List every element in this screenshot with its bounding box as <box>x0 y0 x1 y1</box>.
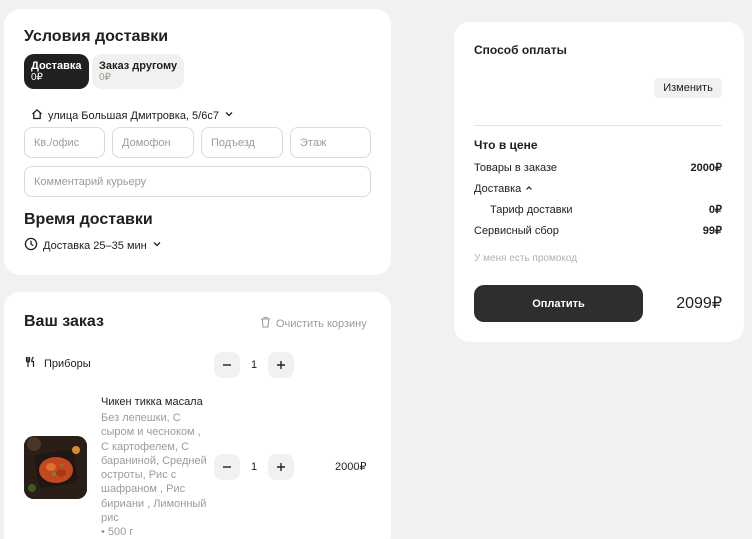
delivery-conditions-card: Условия доставки Доставка 0₽ Заказ друго… <box>4 9 391 275</box>
plus-icon <box>277 361 285 369</box>
service-fee-value: 99₽ <box>702 225 722 237</box>
delivery-breakdown-toggle[interactable]: Доставка <box>474 183 533 195</box>
mode-label: Доставка <box>31 60 82 72</box>
dish-stepper: 1 <box>214 454 294 480</box>
dish-image <box>24 436 87 499</box>
increase-button[interactable] <box>268 352 294 378</box>
apartment-input[interactable]: Кв./офис <box>24 127 105 158</box>
mode-label: Заказ другому <box>99 60 178 72</box>
decrease-button[interactable] <box>214 454 240 480</box>
delivery-mode-other[interactable]: Заказ другому 0₽ <box>92 54 185 89</box>
home-icon <box>31 108 43 123</box>
entrance-input[interactable]: Подъезд <box>201 127 283 158</box>
service-fee-label: Сервисный сбор <box>474 225 559 237</box>
pay-button[interactable]: Оплатить <box>474 285 643 322</box>
clear-cart-label: Очистить корзину <box>276 317 367 330</box>
dish-price: 2000₽ <box>335 461 367 473</box>
delivery-time-title: Время доставки <box>24 211 153 228</box>
clock-icon <box>24 237 38 254</box>
delivery-title: Условия доставки <box>24 28 169 45</box>
utensils-row: Приборы <box>25 356 91 371</box>
delivery-mode-delivery[interactable]: Доставка 0₽ <box>24 54 89 89</box>
plus-icon <box>277 463 285 471</box>
dish-description: Без лепешки, С сыром и чесноком , С карт… <box>101 411 211 539</box>
order-card: Ваш заказ Очистить корзину Приборы 1 Чик… <box>4 292 391 539</box>
change-payment-button[interactable]: Изменить <box>654 78 722 98</box>
decrease-button[interactable] <box>214 352 240 378</box>
floor-input[interactable]: Этаж <box>290 127 371 158</box>
utensils-quantity: 1 <box>250 359 258 371</box>
courier-comment-input[interactable]: Комментарий курьеру <box>24 166 371 197</box>
goods-label: Товары в заказе <box>474 162 558 174</box>
utensils-stepper: 1 <box>214 352 294 378</box>
chevron-down-icon <box>224 109 234 122</box>
dish-weight: • 500 г <box>101 526 134 539</box>
fork-knife-icon <box>25 356 36 371</box>
dish-name: Чикен тикка масала <box>101 396 203 408</box>
mode-price: 0₽ <box>99 72 111 83</box>
address-selector[interactable]: улица Большая Дмитровка, 5/6с7 <box>31 108 234 123</box>
delivery-time-selector[interactable]: Доставка 25–35 мин <box>24 237 162 254</box>
payment-card: Способ оплаты Изменить Что в цене Товары… <box>454 22 744 342</box>
trash-icon <box>260 316 271 331</box>
minus-icon <box>223 466 231 468</box>
increase-button[interactable] <box>268 454 294 480</box>
minus-icon <box>223 364 231 366</box>
dish-quantity: 1 <box>250 461 258 473</box>
clear-cart-button[interactable]: Очистить корзину <box>260 316 367 331</box>
delivery-time-text: Доставка 25–35 мин <box>43 239 147 252</box>
order-title: Ваш заказ <box>24 313 104 330</box>
goods-value: 2000₽ <box>690 162 722 174</box>
intercom-input[interactable]: Домофон <box>112 127 194 158</box>
promo-code-link[interactable]: У меня есть промокод <box>474 253 577 264</box>
chevron-up-icon <box>525 183 533 195</box>
utensils-label: Приборы <box>44 357 91 370</box>
tariff-label: Тариф доставки <box>490 204 573 216</box>
mode-price: 0₽ <box>31 72 43 83</box>
tariff-value: 0₽ <box>708 204 722 216</box>
price-breakdown-title: Что в цене <box>474 138 538 152</box>
address-text: улица Большая Дмитровка, 5/6с7 <box>48 109 219 122</box>
delivery-breakdown-label: Доставка <box>474 183 522 195</box>
divider <box>474 125 722 126</box>
dish-options: Без лепешки, С сыром и чесноком , С карт… <box>101 412 207 525</box>
payment-method-title: Способ оплаты <box>474 43 567 57</box>
chevron-down-icon <box>152 239 162 252</box>
total-amount: 2099₽ <box>676 295 722 312</box>
